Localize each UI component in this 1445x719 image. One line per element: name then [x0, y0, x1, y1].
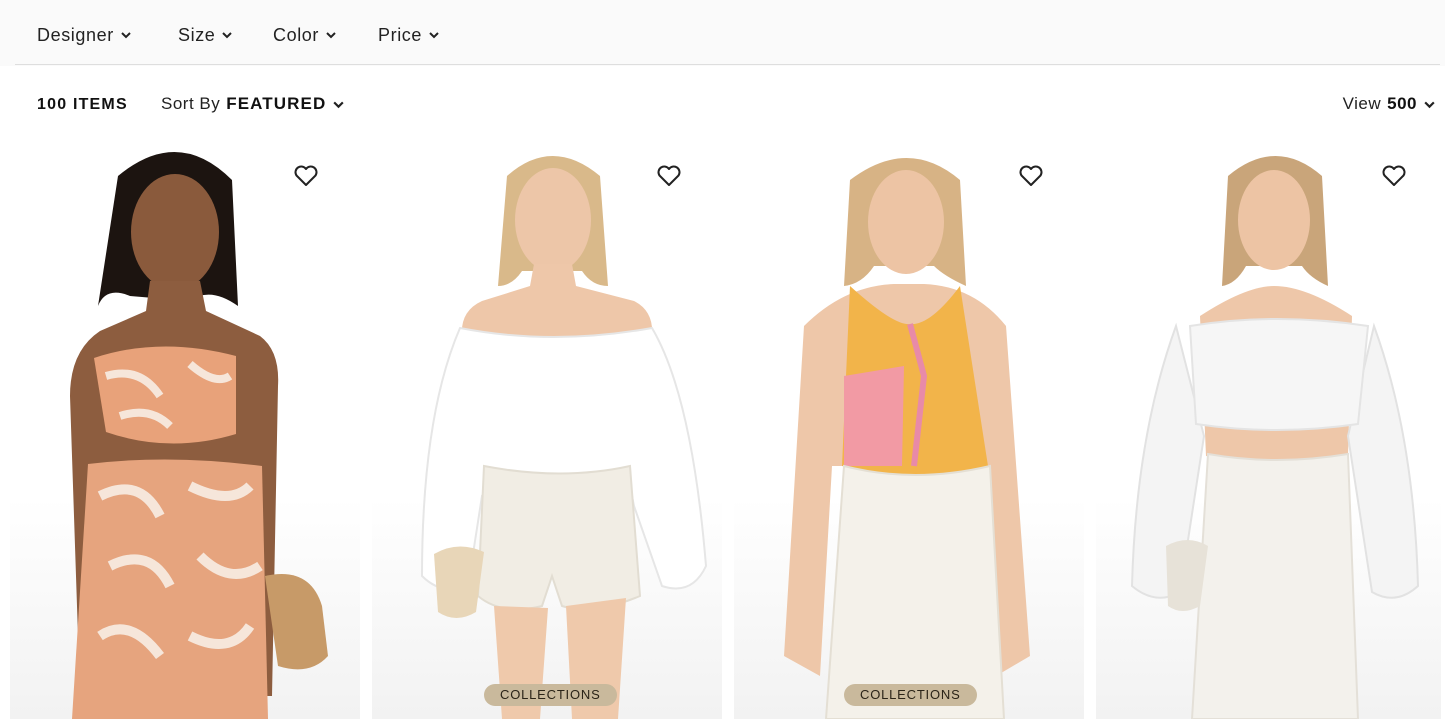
- view-dropdown[interactable]: View 500: [1343, 94, 1436, 114]
- chevron-down-icon: [333, 101, 344, 108]
- items-count: 100 ITEMS: [37, 96, 128, 113]
- heart-icon[interactable]: [1018, 164, 1044, 188]
- collections-badge: COLLECTIONS: [484, 684, 617, 706]
- filter-designer-label: Designer: [37, 24, 114, 45]
- chevron-down-icon: [429, 32, 439, 39]
- chevron-down-icon: [326, 32, 336, 39]
- product-image[interactable]: [734, 136, 1084, 719]
- product-card[interactable]: [1096, 136, 1441, 719]
- collections-badge: COLLECTIONS: [844, 684, 977, 706]
- chevron-down-icon: [121, 32, 131, 39]
- filter-color-label: Color: [273, 24, 320, 45]
- heart-icon[interactable]: [656, 164, 682, 188]
- product-card[interactable]: [10, 136, 360, 719]
- filter-size[interactable]: Size: [178, 24, 233, 46]
- product-card[interactable]: COLLECTIONS: [734, 136, 1084, 719]
- view-value: 500: [1387, 94, 1417, 113]
- filter-divider: [15, 64, 1440, 65]
- filter-size-label: Size: [178, 24, 216, 45]
- product-listing-page: Designer Size Color Price 100 ITEMS Sort…: [0, 0, 1445, 719]
- product-image[interactable]: [10, 136, 360, 719]
- product-image[interactable]: [1096, 136, 1441, 719]
- heart-icon[interactable]: [293, 164, 319, 188]
- filter-bar: Designer Size Color Price: [0, 0, 1445, 66]
- filter-price[interactable]: Price: [378, 24, 440, 46]
- filter-designer[interactable]: Designer: [37, 24, 132, 46]
- chevron-down-icon: [222, 32, 233, 39]
- product-image[interactable]: [372, 136, 722, 719]
- heart-icon[interactable]: [1381, 164, 1407, 188]
- product-card[interactable]: COLLECTIONS: [372, 136, 722, 719]
- sort-value: FEATURED: [226, 94, 327, 113]
- filter-price-label: Price: [378, 24, 423, 45]
- sort-dropdown[interactable]: Sort By FEATURED: [161, 94, 345, 114]
- chevron-down-icon: [1424, 101, 1435, 108]
- filter-color[interactable]: Color: [273, 24, 337, 46]
- view-label: View: [1342, 94, 1382, 113]
- sort-label: Sort By: [161, 94, 221, 113]
